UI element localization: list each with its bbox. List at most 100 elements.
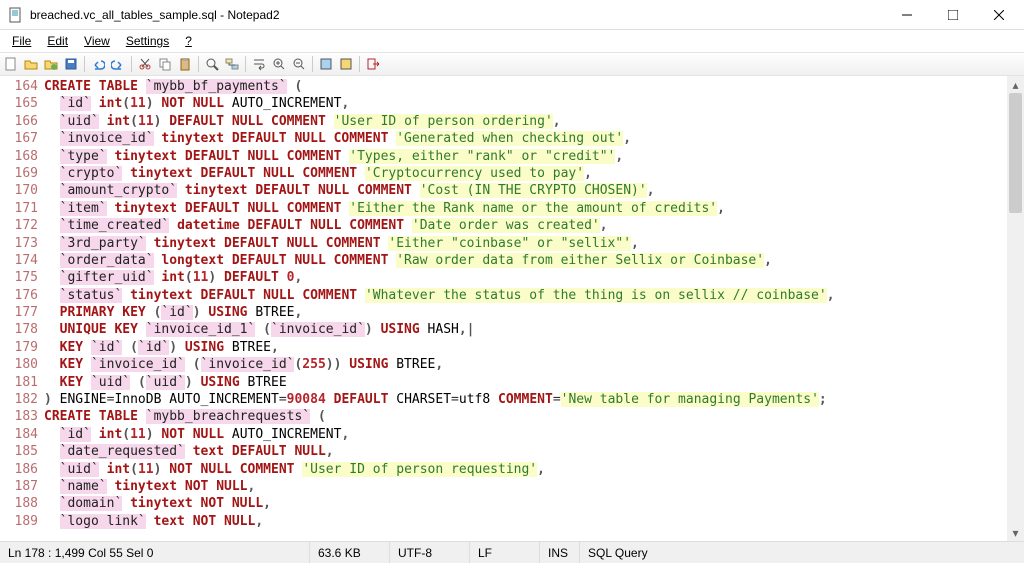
- line-number: 181: [0, 374, 38, 391]
- code-line[interactable]: KEY `invoice_id` (`invoice_id`(255)) USI…: [44, 356, 1007, 373]
- vertical-scrollbar: ▴ ▾: [1007, 76, 1024, 541]
- status-position: Ln 178 : 1,499 Col 55 Sel 0: [0, 542, 310, 563]
- code-line[interactable]: `id` int(11) NOT NULL AUTO_INCREMENT,: [44, 95, 1007, 112]
- code-line[interactable]: `date_requested` text DEFAULT NULL,: [44, 443, 1007, 460]
- status-filesize: 63.6 KB: [310, 542, 390, 563]
- line-number: 182: [0, 391, 38, 408]
- undo-icon[interactable]: [89, 55, 107, 73]
- line-number: 168: [0, 148, 38, 165]
- menu-settings[interactable]: Settings: [118, 32, 177, 50]
- openfolder-icon[interactable]: [42, 55, 60, 73]
- code-line[interactable]: `logo link` text NOT NULL,: [44, 513, 1007, 530]
- code-line[interactable]: KEY `uid` (`uid`) USING BTREE: [44, 374, 1007, 391]
- line-number: 172: [0, 217, 38, 234]
- line-number: 169: [0, 165, 38, 182]
- line-number: 180: [0, 356, 38, 373]
- status-encoding[interactable]: UTF-8: [390, 542, 470, 563]
- code-line[interactable]: `uid` int(11) NOT NULL COMMENT 'User ID …: [44, 461, 1007, 478]
- cut-icon[interactable]: [136, 55, 154, 73]
- line-number: 173: [0, 235, 38, 252]
- menu-help[interactable]: ?: [177, 32, 200, 50]
- replace-icon[interactable]: [223, 55, 241, 73]
- statusbar: Ln 178 : 1,499 Col 55 Sel 0 63.6 KB UTF-…: [0, 541, 1024, 563]
- minimize-button[interactable]: [884, 0, 930, 30]
- code-line[interactable]: `invoice_id` tinytext DEFAULT NULL COMME…: [44, 130, 1007, 147]
- line-number: 174: [0, 252, 38, 269]
- new-icon[interactable]: [2, 55, 20, 73]
- code-line[interactable]: CREATE TABLE `mybb_breachrequests` (: [44, 408, 1007, 425]
- toolbar-separator: [84, 56, 85, 72]
- toolbar-separator: [312, 56, 313, 72]
- open-icon[interactable]: [22, 55, 40, 73]
- redo-icon[interactable]: [109, 55, 127, 73]
- code-line[interactable]: `name` tinytext NOT NULL,: [44, 478, 1007, 495]
- code-editor[interactable]: CREATE TABLE `mybb_bf_payments` ( `id` i…: [42, 76, 1007, 541]
- zoomin-icon[interactable]: [270, 55, 288, 73]
- app-icon: [8, 7, 24, 23]
- status-eol[interactable]: LF: [470, 542, 540, 563]
- zoomout-icon[interactable]: [290, 55, 308, 73]
- line-number-gutter: 1641651661671681691701711721731741751761…: [0, 76, 42, 541]
- close-button[interactable]: [976, 0, 1022, 30]
- code-line[interactable]: `status` tinytext DEFAULT NULL COMMENT '…: [44, 287, 1007, 304]
- wordwrap-icon[interactable]: [250, 55, 268, 73]
- menu-file[interactable]: File: [4, 32, 39, 50]
- toolbar-separator: [131, 56, 132, 72]
- line-number: 164: [0, 78, 38, 95]
- status-lexer[interactable]: SQL Query: [580, 542, 656, 563]
- exit-icon[interactable]: [364, 55, 382, 73]
- find-icon[interactable]: [203, 55, 221, 73]
- code-line[interactable]: `domain` tinytext NOT NULL,: [44, 495, 1007, 512]
- code-line[interactable]: UNIQUE KEY `invoice_id_1` (`invoice_id`)…: [44, 321, 1007, 338]
- line-number: 189: [0, 513, 38, 530]
- line-number: 166: [0, 113, 38, 130]
- line-number: 176: [0, 287, 38, 304]
- line-number: 178: [0, 321, 38, 338]
- line-number: 171: [0, 200, 38, 217]
- maximize-button[interactable]: [930, 0, 976, 30]
- code-line[interactable]: `id` int(11) NOT NULL AUTO_INCREMENT,: [44, 426, 1007, 443]
- toolbar-separator: [245, 56, 246, 72]
- window-controls: [884, 0, 1022, 30]
- scrollbar-thumb[interactable]: [1009, 93, 1022, 213]
- toolbar: [0, 52, 1024, 76]
- code-line[interactable]: `order_data` longtext DEFAULT NULL COMME…: [44, 252, 1007, 269]
- copy-icon[interactable]: [156, 55, 174, 73]
- code-line[interactable]: `amount_crypto` tinytext DEFAULT NULL CO…: [44, 182, 1007, 199]
- line-number: 175: [0, 269, 38, 286]
- code-line[interactable]: `type` tinytext DEFAULT NULL COMMENT 'Ty…: [44, 148, 1007, 165]
- line-number: 170: [0, 182, 38, 199]
- line-number: 185: [0, 443, 38, 460]
- line-number: 179: [0, 339, 38, 356]
- toolbar-separator: [359, 56, 360, 72]
- titlebar: breached.vc_all_tables_sample.sql - Note…: [0, 0, 1024, 30]
- code-line[interactable]: `time_created` datetime DEFAULT NULL COM…: [44, 217, 1007, 234]
- menubar: File Edit View Settings ?: [0, 30, 1024, 52]
- code-line[interactable]: `crypto` tinytext DEFAULT NULL COMMENT '…: [44, 165, 1007, 182]
- code-line[interactable]: ) ENGINE=InnoDB AUTO_INCREMENT=90084 DEF…: [44, 391, 1007, 408]
- window-title: breached.vc_all_tables_sample.sql - Note…: [30, 8, 884, 22]
- code-line[interactable]: `gifter_uid` int(11) DEFAULT 0,: [44, 269, 1007, 286]
- code-line[interactable]: KEY `id` (`id`) USING BTREE,: [44, 339, 1007, 356]
- line-number: 167: [0, 130, 38, 147]
- menu-edit[interactable]: Edit: [39, 32, 76, 50]
- status-ovr[interactable]: INS: [540, 542, 580, 563]
- toolbar-separator: [198, 56, 199, 72]
- menu-view[interactable]: View: [76, 32, 118, 50]
- editor-area: 1641651661671681691701711721731741751761…: [0, 76, 1024, 541]
- code-line[interactable]: `uid` int(11) DEFAULT NULL COMMENT 'User…: [44, 113, 1007, 130]
- scroll-down-icon[interactable]: ▾: [1007, 524, 1024, 541]
- code-line[interactable]: `3rd_party` tinytext DEFAULT NULL COMMEN…: [44, 235, 1007, 252]
- line-number: 184: [0, 426, 38, 443]
- scrollbar-track[interactable]: [1007, 93, 1024, 524]
- paste-icon[interactable]: [176, 55, 194, 73]
- line-number: 183: [0, 408, 38, 425]
- line-number: 187: [0, 478, 38, 495]
- scheme-icon[interactable]: [317, 55, 335, 73]
- save-icon[interactable]: [62, 55, 80, 73]
- scheme2-icon[interactable]: [337, 55, 355, 73]
- code-line[interactable]: `item` tinytext DEFAULT NULL COMMENT 'Ei…: [44, 200, 1007, 217]
- code-line[interactable]: PRIMARY KEY (`id`) USING BTREE,: [44, 304, 1007, 321]
- scroll-up-icon[interactable]: ▴: [1007, 76, 1024, 93]
- code-line[interactable]: CREATE TABLE `mybb_bf_payments` (: [44, 78, 1007, 95]
